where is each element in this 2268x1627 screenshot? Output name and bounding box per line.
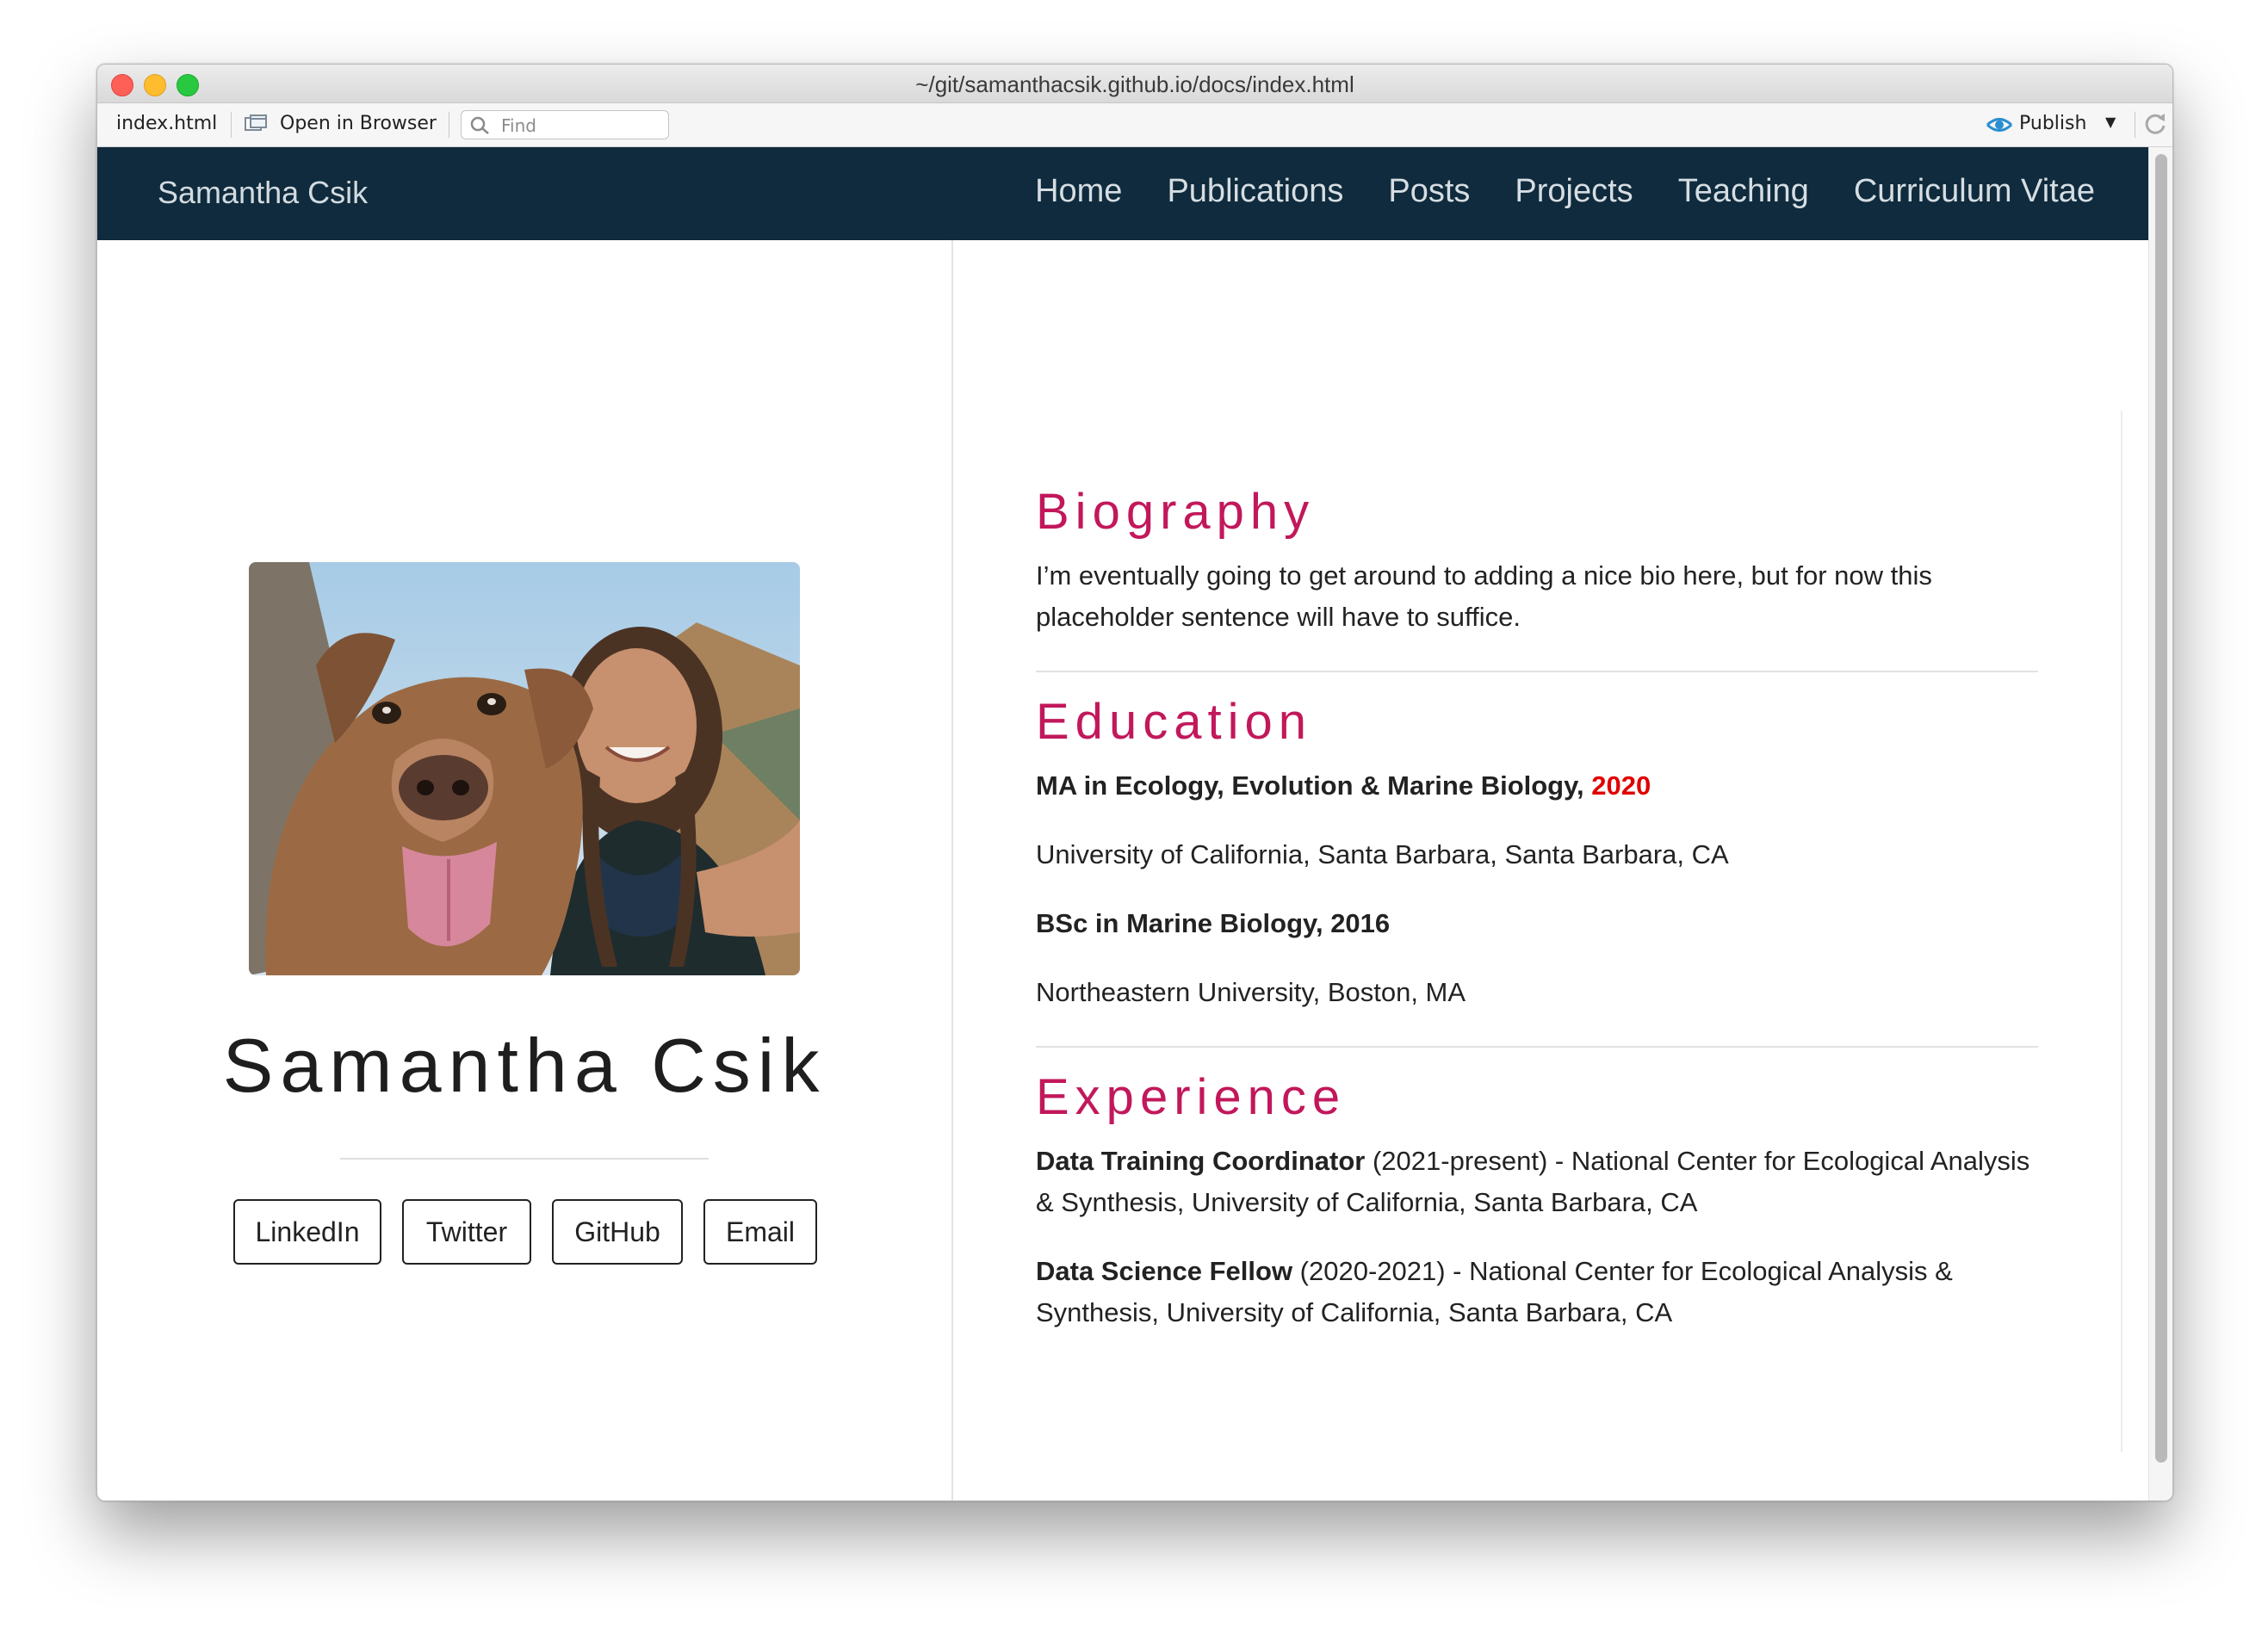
education-degree-2: BSc in Marine Biology, 2016	[1036, 908, 1391, 938]
name-divider	[340, 1158, 709, 1160]
title-bar[interactable]: ~/git/samanthacsik.github.io/docs/index.…	[97, 65, 2172, 103]
open-in-browser-icon[interactable]	[244, 114, 268, 139]
publish-dropdown-icon[interactable]: ▼	[2105, 114, 2116, 130]
nav-teaching[interactable]: Teaching	[1678, 173, 1809, 210]
viewer-toolbar: index.html Open in Browser Find Publish …	[97, 103, 2172, 147]
github-button[interactable]: GitHub	[552, 1199, 683, 1265]
experience-2-role: Data Science Fellow	[1036, 1256, 1293, 1286]
experience-1-role: Data Training Coordinator	[1036, 1146, 1366, 1176]
profile-column: Samantha Csik LinkedIn Twitter GitHub Em…	[97, 240, 953, 1500]
inner-column-edge	[2121, 411, 2122, 1452]
profile-photo	[249, 562, 800, 975]
search-icon	[470, 116, 489, 134]
education-school-2: Northeastern University, Boston, MA	[1036, 977, 1466, 1007]
education-degree-1: MA in Ecology, Evolution & Marine Biolog…	[1036, 765, 2035, 807]
biography-heading: Biography	[1036, 484, 1316, 540]
nav-cv[interactable]: Curriculum Vitae	[1854, 173, 2095, 210]
open-in-browser-button[interactable]: Open in Browser	[280, 113, 437, 134]
toolbar-divider	[231, 112, 232, 138]
linkedin-button[interactable]: LinkedIn	[233, 1199, 381, 1265]
degree-1-title: MA in Ecology, Evolution & Marine Biolog…	[1036, 770, 1584, 801]
nav-projects[interactable]: Projects	[1515, 173, 1633, 210]
experience-heading: Experience	[1036, 1069, 1347, 1125]
social-buttons: LinkedIn Twitter GitHub Email	[233, 1199, 817, 1265]
profile-photo-image	[249, 562, 800, 975]
find-input[interactable]: Find	[461, 110, 669, 139]
file-tab[interactable]: index.html	[116, 113, 217, 134]
site-brand-link[interactable]: Samantha Csik	[158, 175, 368, 211]
degree-1-year: 2020	[1591, 770, 1651, 801]
window-title: ~/git/samanthacsik.github.io/docs/index.…	[915, 71, 1354, 97]
scrollbar-thumb[interactable]	[2155, 154, 2167, 1463]
page-content: Samantha Csik LinkedIn Twitter GitHub Em…	[97, 240, 2148, 1500]
section-divider	[1036, 1046, 2038, 1048]
viewer-window: ~/git/samanthacsik.github.io/docs/index.…	[96, 64, 2173, 1501]
refresh-icon[interactable]	[2141, 110, 2169, 143]
publish-button[interactable]: Publish	[2019, 113, 2086, 134]
publish-icon[interactable]	[1985, 114, 2014, 141]
biography-text: I’m eventually going to get around to ad…	[1036, 560, 1932, 632]
education-school-1: University of California, Santa Barbara,…	[1036, 839, 1729, 869]
email-button[interactable]: Email	[703, 1199, 817, 1265]
profile-name: Samantha Csik	[222, 1023, 827, 1108]
experience-item-2: Data Science Fellow (2020-2021) - Nation…	[1036, 1251, 2035, 1333]
nav-publications[interactable]: Publications	[1167, 173, 1343, 210]
nav-links: Home Publications Posts Projects Teachin…	[1035, 173, 2095, 210]
nav-posts[interactable]: Posts	[1388, 173, 1470, 210]
section-divider	[1036, 671, 2038, 672]
nav-home[interactable]: Home	[1035, 173, 1122, 210]
find-placeholder: Find	[501, 115, 536, 136]
twitter-button[interactable]: Twitter	[402, 1199, 531, 1265]
experience-item-1: Data Training Coordinator (2021-present)…	[1036, 1141, 2035, 1223]
education-heading: Education	[1036, 694, 1312, 750]
site-navbar: Samantha Csik Home Publications Posts Pr…	[97, 147, 2148, 240]
